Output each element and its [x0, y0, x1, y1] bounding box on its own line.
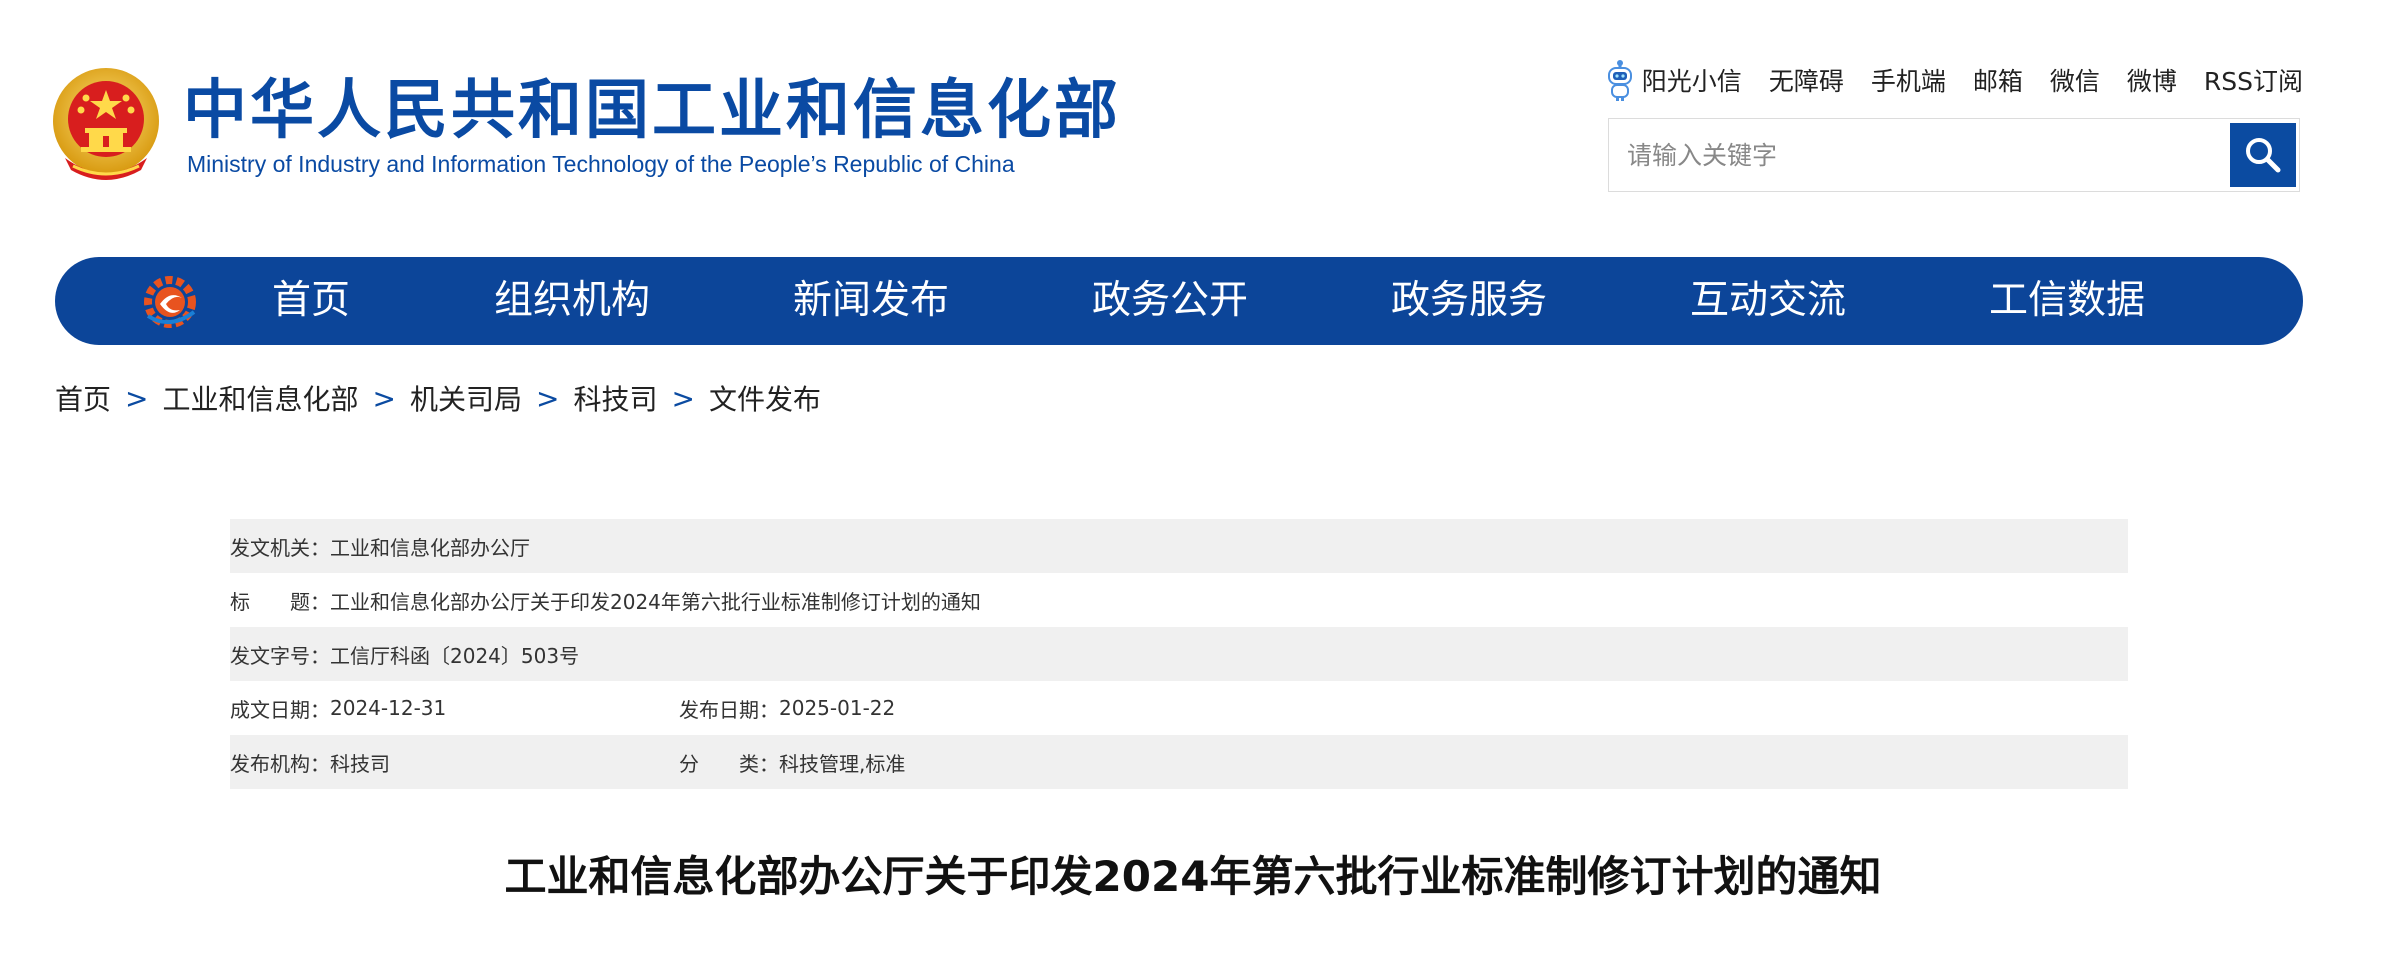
breadcrumb-departments[interactable]: 机关司局 [410, 378, 522, 418]
breadcrumb-miit[interactable]: 工业和信息化部 [162, 378, 358, 418]
info-row-org-category: 发布机构： 科技司 分 类： 科技管理,标准 [230, 735, 2128, 789]
breadcrumb: 首页 > 工业和信息化部 > 机关司局 > 科技司 > 文件发布 [55, 378, 821, 418]
breadcrumb-science-dept[interactable]: 科技司 [573, 378, 657, 418]
sunshine-xiaoxin-link[interactable]: 阳光小信 [1606, 58, 1742, 102]
info-row-title: 标 题： 工业和信息化部办公厅关于印发2024年第六批行业标准制修订计划的通知 [230, 573, 2128, 627]
search-icon [2246, 138, 2281, 173]
published-label: 发布日期： [679, 697, 779, 722]
issuer-value: 工业和信息化部办公厅 [330, 535, 530, 560]
search-button[interactable] [2230, 123, 2296, 187]
org-label: 发布机构： [230, 751, 330, 776]
breadcrumb-separator: > [671, 381, 695, 415]
breadcrumb-separator: > [125, 381, 149, 415]
published-date-cell: 发布日期： 2025-01-22 [679, 694, 895, 723]
nav-miit-data[interactable]: 工信数据 [1989, 257, 2145, 345]
title-label: 标 题： [230, 589, 330, 614]
created-label: 成文日期： [230, 697, 330, 722]
link-mobile[interactable]: 手机端 [1871, 62, 1946, 98]
link-wechat[interactable]: 微信 [2050, 62, 2100, 98]
gear-logo-icon [144, 276, 196, 328]
robot-assistant-icon [1607, 60, 1632, 101]
search-box [1608, 118, 2300, 192]
site-title-cn: 中华人民共和国工业和信息化部 [183, 74, 1121, 148]
docno-value: 工信厅科函〔2024〕503号 [330, 643, 580, 668]
created-value: 2024-12-31 [330, 696, 447, 720]
category-label: 分 类： [679, 751, 779, 776]
link-accessibility[interactable]: 无障碍 [1769, 62, 1844, 98]
created-date-cell: 成文日期： 2024-12-31 [230, 694, 679, 723]
title-value: 工业和信息化部办公厅关于印发2024年第六批行业标准制修订计划的通知 [330, 589, 981, 614]
breadcrumb-separator: > [372, 381, 396, 415]
published-value: 2025-01-22 [779, 696, 896, 720]
category-cell: 分 类： 科技管理,标准 [679, 748, 905, 777]
breadcrumb-separator: > [535, 381, 560, 415]
nav-interaction[interactable]: 互动交流 [1690, 257, 1846, 345]
breadcrumb-home[interactable]: 首页 [55, 378, 111, 418]
nav-government-services[interactable]: 政务服务 [1391, 257, 1547, 345]
document-info-table: 发文机关： 工业和信息化部办公厅 标 题： 工业和信息化部办公厅关于印发2024… [230, 519, 2128, 789]
info-row-docno: 发文字号： 工信厅科函〔2024〕503号 [230, 627, 2128, 681]
link-weibo[interactable]: 微博 [2127, 62, 2177, 98]
nav-government-affairs[interactable]: 政务公开 [1092, 257, 1248, 345]
nav-home[interactable]: 首页 [272, 257, 350, 345]
info-row-dates: 成文日期： 2024-12-31 发布日期： 2025-01-22 [230, 681, 2128, 735]
docno-label: 发文字号： [230, 643, 330, 668]
site-title-en: Ministry of Industry and Information Tec… [187, 151, 1015, 177]
top-links: 阳光小信 无障碍 手机端 邮箱 微信 微博 RSS订阅 [1606, 58, 2303, 102]
category-value: 科技管理,标准 [779, 751, 906, 776]
nav-organization[interactable]: 组织机构 [494, 257, 650, 345]
issuer-label: 发文机关： [230, 535, 330, 560]
main-nav: 首页 组织机构 新闻发布 政务公开 政务服务 互动交流 工信数据 [55, 257, 2303, 345]
link-rss[interactable]: RSS订阅 [2204, 62, 2303, 98]
info-row-issuer: 发文机关： 工业和信息化部办公厅 [230, 519, 2128, 573]
link-sunshine-xiaoxin[interactable]: 阳光小信 [1642, 62, 1742, 98]
document-title: 工业和信息化部办公厅关于印发2024年第六批行业标准制修订计划的通知 [504, 852, 1882, 901]
national-emblem-icon [53, 68, 159, 180]
nav-news[interactable]: 新闻发布 [793, 257, 949, 345]
org-cell: 发布机构： 科技司 [230, 748, 679, 777]
search-input[interactable] [1609, 119, 2229, 191]
breadcrumb-documents[interactable]: 文件发布 [709, 378, 821, 418]
org-value: 科技司 [330, 751, 390, 776]
link-mailbox[interactable]: 邮箱 [1973, 62, 2023, 98]
